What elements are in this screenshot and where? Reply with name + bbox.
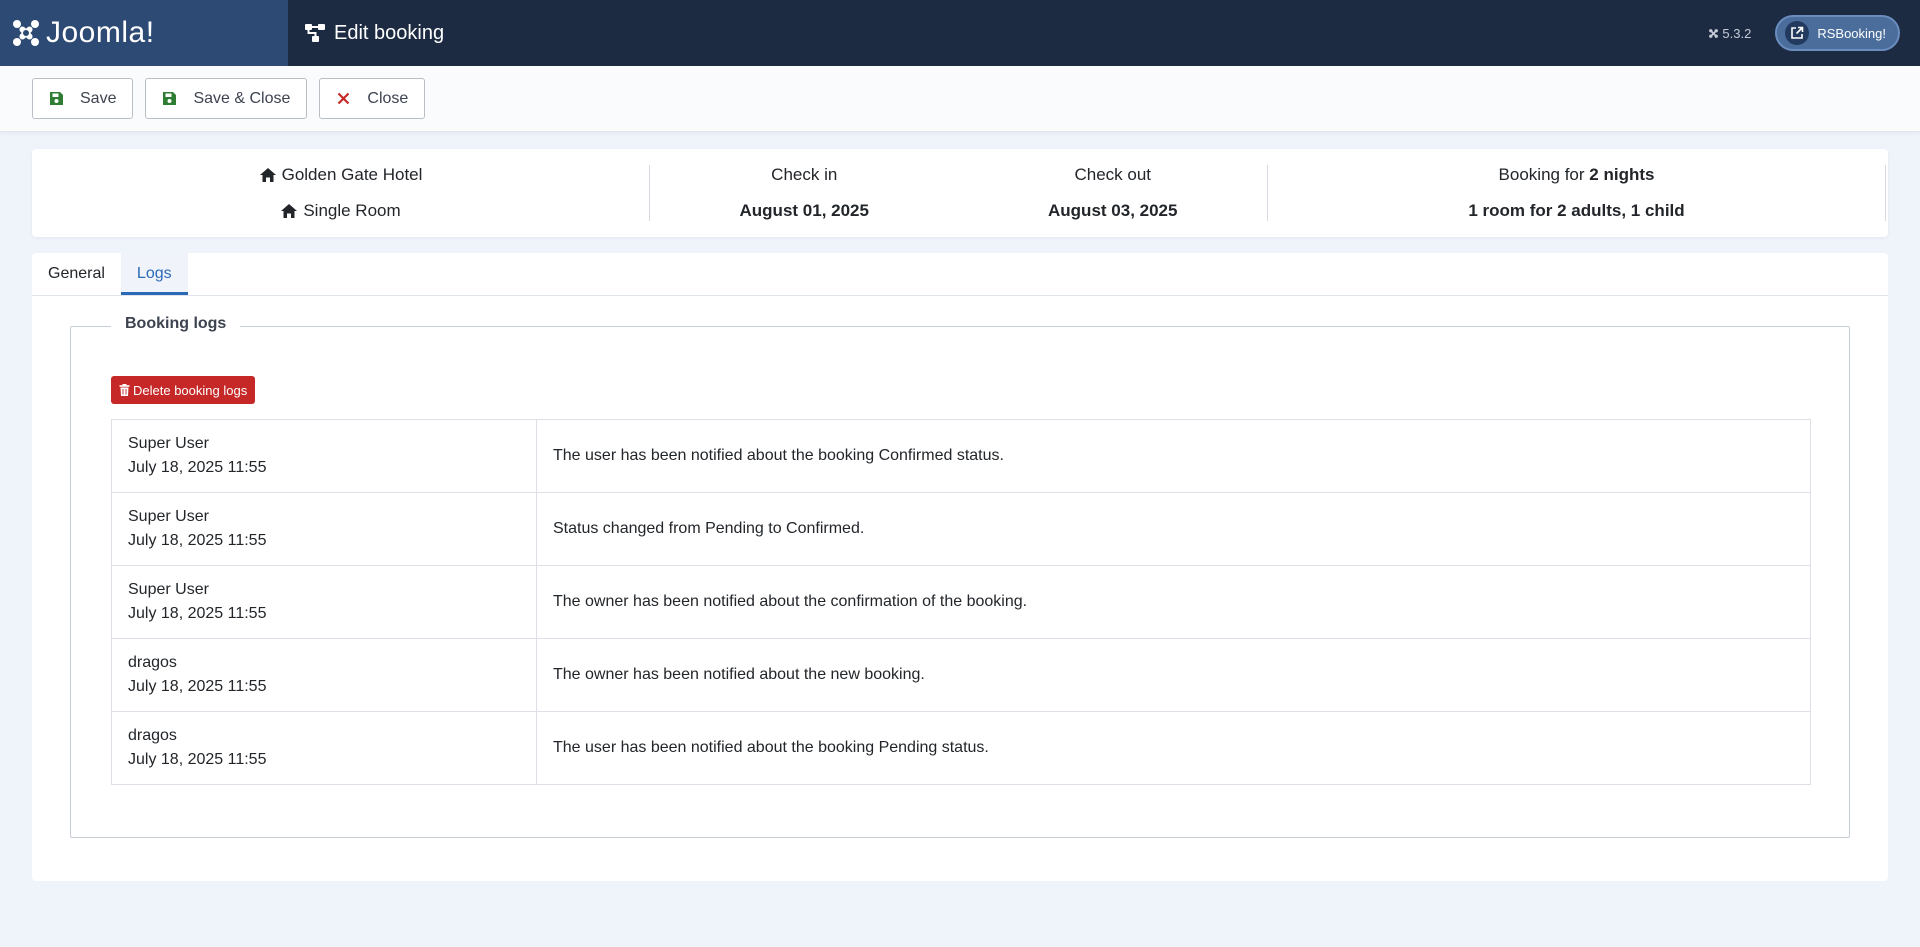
trash-icon bbox=[119, 384, 130, 396]
log-user: dragos bbox=[128, 727, 177, 744]
page-title: Edit booking bbox=[334, 21, 445, 44]
booking-logs-legend: Booking logs bbox=[111, 315, 241, 333]
log-date: July 18, 2025 11:55 bbox=[128, 459, 267, 476]
log-message: The owner has been notified about the ne… bbox=[536, 638, 1811, 712]
version-badge: 5.3.2 bbox=[1708, 26, 1751, 41]
table-row: Super User July 18, 2025 11:55 Status ch… bbox=[111, 492, 1811, 566]
summary-property: Golden Gate Hotel Single Room bbox=[32, 165, 650, 221]
summary-dates: Check in August 01, 2025 Check out Augus… bbox=[650, 165, 1268, 221]
booking-panel: General Logs Booking logs Delete booking… bbox=[32, 253, 1888, 881]
booking-summary: Golden Gate Hotel Single Room Check in A… bbox=[32, 149, 1888, 237]
log-user: Super User bbox=[128, 435, 209, 452]
home-icon bbox=[281, 204, 298, 218]
header-right: 5.3.2 RSBooking! bbox=[1708, 15, 1920, 51]
floppy-disk-icon bbox=[50, 92, 63, 105]
log-author-cell: Super User July 18, 2025 11:55 bbox=[111, 565, 537, 639]
log-message: Status changed from Pending to Confirmed… bbox=[536, 492, 1811, 566]
tab-logs-label: Logs bbox=[136, 265, 172, 282]
tab-logs[interactable]: Logs bbox=[120, 253, 188, 295]
close-icon bbox=[338, 92, 350, 105]
log-user: dragos bbox=[128, 654, 177, 671]
log-date: July 18, 2025 11:55 bbox=[128, 678, 267, 695]
save-label: Save bbox=[80, 89, 117, 107]
log-date: July 18, 2025 11:55 bbox=[128, 532, 267, 549]
save-close-label: Save & Close bbox=[193, 89, 291, 107]
toolbar: Save Save & Close Close bbox=[0, 66, 1920, 132]
log-message: The user has been notified about the boo… bbox=[536, 711, 1811, 785]
summary-stay: Booking for 2 nights 1 room for 2 adults… bbox=[1268, 165, 1886, 221]
save-button[interactable]: Save bbox=[32, 78, 134, 119]
close-label: Close bbox=[367, 89, 409, 107]
log-message: The owner has been notified about the co… bbox=[536, 565, 1811, 639]
log-message: The user has been notified about the boo… bbox=[536, 419, 1811, 493]
page-title-area: Edit booking bbox=[304, 22, 444, 45]
rsbooking-link-button[interactable]: RSBooking! bbox=[1775, 15, 1900, 51]
close-button[interactable]: Close bbox=[319, 78, 426, 119]
booking-logs-fieldset: Booking logs Delete booking logs Super U… bbox=[70, 315, 1850, 838]
check-out-date: August 03, 2025 bbox=[1048, 201, 1178, 220]
check-in-date: August 01, 2025 bbox=[739, 201, 869, 220]
rsbooking-link-label: RSBooking! bbox=[1817, 25, 1886, 41]
joomla-small-icon bbox=[1709, 28, 1719, 38]
check-out-label: Check out bbox=[1074, 165, 1152, 184]
room-line: Single Room bbox=[280, 201, 401, 221]
joomla-logo-icon bbox=[13, 20, 39, 46]
tab-general-label: General bbox=[48, 265, 105, 282]
log-user: Super User bbox=[128, 581, 209, 598]
check-in: Check in August 01, 2025 bbox=[650, 165, 959, 221]
delete-booking-logs-button[interactable]: Delete booking logs bbox=[111, 376, 256, 404]
hotel-line: Golden Gate Hotel bbox=[259, 165, 423, 185]
table-row: dragos July 18, 2025 11:55 The user has … bbox=[111, 711, 1811, 785]
table-row: Super User July 18, 2025 11:55 The owner… bbox=[111, 565, 1811, 639]
save-close-button[interactable]: Save & Close bbox=[145, 78, 308, 119]
hotel-name: Golden Gate Hotel bbox=[281, 165, 423, 184]
room-name: Single Room bbox=[303, 201, 401, 220]
workflow-icon bbox=[305, 24, 325, 42]
external-link-icon bbox=[1785, 21, 1810, 45]
version-text: 5.3.2 bbox=[1722, 25, 1752, 41]
booking-for-line: Booking for 2 nights bbox=[1499, 165, 1655, 185]
tab-bar: General Logs bbox=[32, 253, 1888, 296]
check-out: Check out August 03, 2025 bbox=[959, 165, 1268, 221]
log-author-cell: Super User July 18, 2025 11:55 bbox=[111, 492, 537, 566]
check-in-label: Check in bbox=[771, 165, 838, 184]
admin-header: Joomla! Edit booking 5.3.2 RSBooking! bbox=[0, 0, 1920, 66]
log-date: July 18, 2025 11:55 bbox=[128, 605, 267, 622]
nights-count: 2 nights bbox=[1589, 165, 1655, 184]
occupancy: 1 room for 2 adults, 1 child bbox=[1468, 201, 1685, 220]
log-author-cell: Super User July 18, 2025 11:55 bbox=[111, 419, 537, 493]
log-author-cell: dragos July 18, 2025 11:55 bbox=[111, 638, 537, 712]
logo-text: Joomla! bbox=[46, 16, 155, 49]
tab-general[interactable]: General bbox=[32, 253, 121, 295]
table-row: Super User July 18, 2025 11:55 The user … bbox=[111, 419, 1811, 493]
floppy-disk-icon bbox=[163, 92, 177, 105]
home-icon bbox=[259, 168, 276, 182]
booking-logs-table: Super User July 18, 2025 11:55 The user … bbox=[111, 419, 1811, 785]
booking-for-prefix: Booking for bbox=[1498, 165, 1585, 184]
table-row: dragos July 18, 2025 11:55 The owner has… bbox=[111, 638, 1811, 712]
log-date: July 18, 2025 11:55 bbox=[128, 751, 267, 768]
delete-booking-logs-label: Delete booking logs bbox=[133, 382, 248, 398]
log-author-cell: dragos July 18, 2025 11:55 bbox=[111, 711, 537, 785]
joomla-logo[interactable]: Joomla! bbox=[0, 0, 288, 66]
log-user: Super User bbox=[128, 508, 209, 525]
